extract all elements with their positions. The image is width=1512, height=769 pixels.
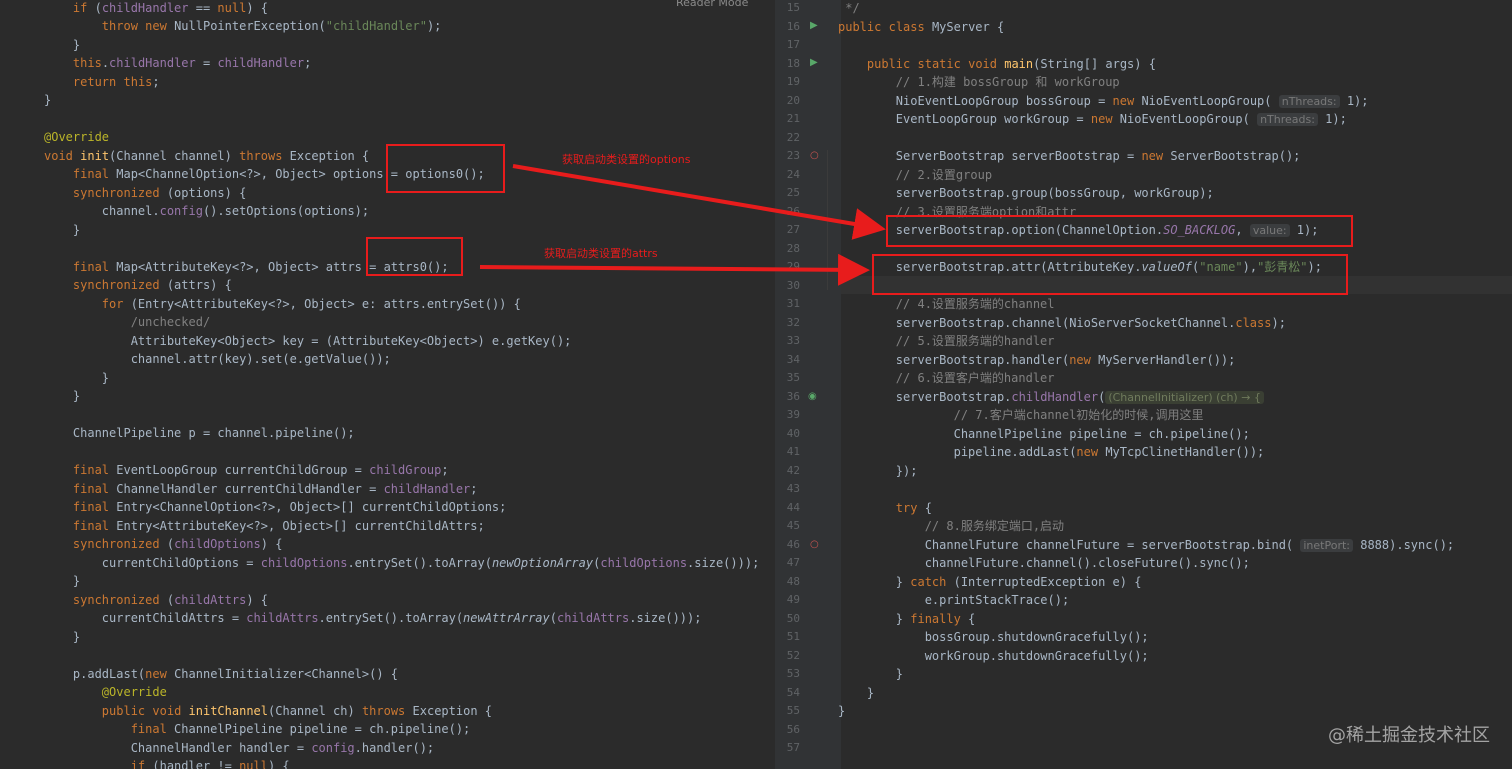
attrs-arrow: [479, 253, 870, 286]
options-arrow: [512, 164, 886, 240]
annotation-arrows: [479, 164, 886, 286]
watermark: @稀土掘金技术社区: [1328, 725, 1490, 746]
